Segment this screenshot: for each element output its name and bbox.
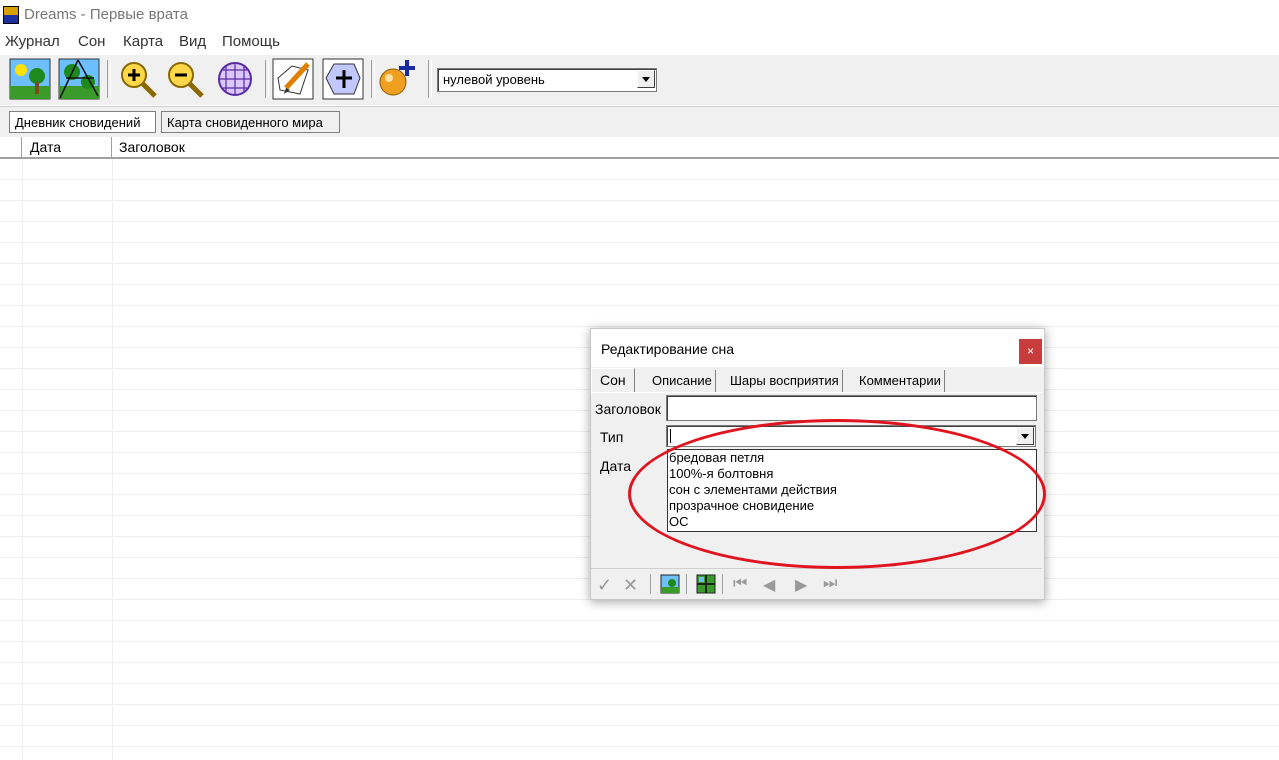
menu-dream[interactable]: Сон bbox=[78, 33, 105, 50]
column-separator bbox=[21, 137, 22, 157]
toolbar-separator bbox=[107, 60, 111, 98]
confirm-icon[interactable]: ✓ bbox=[597, 575, 612, 596]
type-dropdown-list[interactable]: бредовая петля 100%-я болтовня сон с эле… bbox=[667, 449, 1037, 532]
dream-picture-icon[interactable] bbox=[660, 574, 680, 594]
add-sphere-icon[interactable] bbox=[375, 58, 417, 100]
type-combobox[interactable] bbox=[666, 425, 1036, 447]
grid-column-line bbox=[112, 159, 113, 760]
prev-record-icon[interactable]: ◀ bbox=[763, 575, 775, 595]
navigator-separator bbox=[722, 574, 723, 594]
last-record-icon[interactable]: ⏭ bbox=[823, 575, 837, 593]
edit-node-icon[interactable] bbox=[272, 58, 314, 100]
dialog-titlebar: Редактирование сна × bbox=[591, 329, 1044, 367]
list-item[interactable]: ОС bbox=[668, 514, 1036, 530]
navigator-separator bbox=[686, 574, 687, 594]
window-titlebar: Dreams - Первые врата bbox=[0, 0, 1279, 30]
toolbar: нулевой уровень bbox=[0, 55, 1279, 105]
menu-map[interactable]: Карта bbox=[123, 33, 163, 50]
next-record-icon[interactable]: ▶ bbox=[795, 575, 807, 595]
record-navigator: ✓ ✕ ⏮ ◀ ▶ ⏭ bbox=[591, 568, 1042, 599]
app-icon bbox=[3, 6, 19, 24]
add-node-icon[interactable] bbox=[322, 58, 364, 100]
window-title: Dreams - Первые врата bbox=[24, 6, 188, 23]
tab-dream-diary[interactable]: Дневник сновидений bbox=[9, 111, 156, 133]
list-item[interactable]: прозрачное сновидение bbox=[668, 498, 1036, 514]
zoom-out-icon[interactable] bbox=[164, 58, 206, 100]
menu-help[interactable]: Помощь bbox=[222, 33, 280, 50]
navigator-separator bbox=[650, 574, 651, 594]
close-button[interactable]: × bbox=[1019, 339, 1042, 364]
grid-column-line bbox=[22, 159, 23, 760]
tab-dream[interactable]: Сон bbox=[591, 368, 635, 392]
column-title[interactable]: Заголовок bbox=[119, 139, 185, 155]
list-item[interactable]: бредовая петля bbox=[668, 450, 1036, 466]
chevron-down-icon[interactable] bbox=[1016, 427, 1034, 445]
level-select-value: нулевой уровень bbox=[443, 72, 545, 87]
tab-perception-spheres[interactable]: Шары восприятия bbox=[727, 370, 843, 392]
text-caret bbox=[670, 429, 671, 443]
toolbar-separator bbox=[265, 60, 269, 98]
list-header: Дата Заголовок bbox=[0, 137, 1279, 159]
cancel-icon[interactable]: ✕ bbox=[623, 575, 638, 596]
title-input[interactable] bbox=[666, 395, 1037, 421]
tab-dream-world-map[interactable]: Карта сновиденного мира bbox=[161, 111, 340, 133]
title-label: Заголовок bbox=[595, 401, 661, 417]
chevron-down-icon[interactable] bbox=[637, 70, 655, 88]
first-record-icon[interactable]: ⏮ bbox=[733, 575, 747, 593]
menu-journal[interactable]: Журнал bbox=[5, 33, 60, 50]
column-date[interactable]: Дата bbox=[30, 139, 61, 155]
main-tabstrip: Дневник сновидений Карта сновиденного ми… bbox=[0, 106, 1279, 137]
sphere-grid-icon[interactable] bbox=[214, 58, 256, 100]
type-label: Тип bbox=[600, 429, 624, 445]
dialog-title: Редактирование сна bbox=[601, 341, 735, 357]
tab-description[interactable]: Описание bbox=[649, 370, 716, 392]
menu-bar: Журнал Сон Карта Вид Помощь bbox=[0, 31, 1279, 53]
new-dream-icon[interactable] bbox=[9, 58, 51, 100]
menu-view[interactable]: Вид bbox=[179, 33, 206, 50]
list-item[interactable]: сон с элементами действия bbox=[668, 482, 1036, 498]
map-dream-icon[interactable] bbox=[58, 58, 100, 100]
list-item[interactable]: 100%-я болтовня bbox=[668, 466, 1036, 482]
level-select[interactable]: нулевой уровень bbox=[437, 68, 657, 92]
zoom-in-icon[interactable] bbox=[117, 58, 159, 100]
date-label: Дата bbox=[600, 458, 632, 474]
toolbar-separator bbox=[428, 60, 432, 98]
column-separator bbox=[111, 137, 112, 157]
dream-map-icon[interactable] bbox=[696, 574, 716, 594]
tab-comments[interactable]: Комментарии bbox=[856, 370, 945, 392]
